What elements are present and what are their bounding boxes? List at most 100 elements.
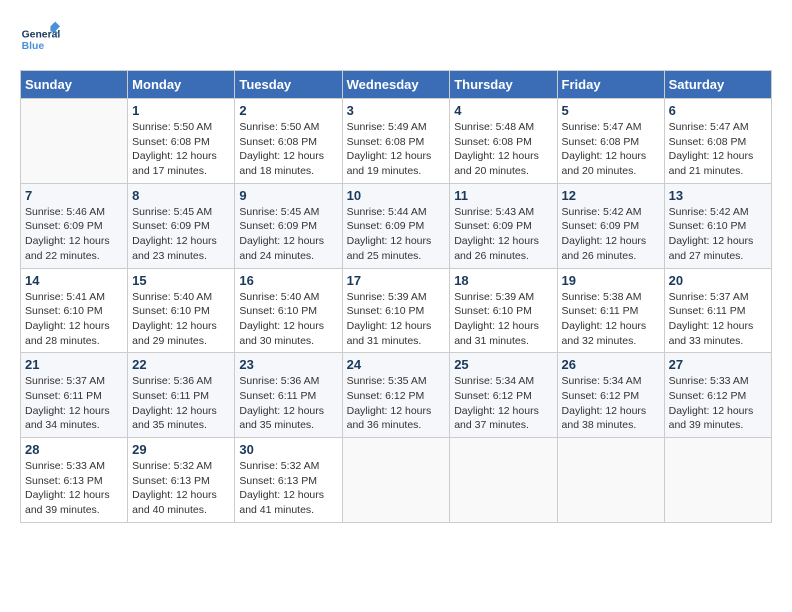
- day-number: 20: [669, 273, 767, 288]
- day-number: 5: [562, 103, 660, 118]
- page-header: General Blue: [20, 20, 772, 60]
- day-info: Sunrise: 5:33 AMSunset: 6:13 PMDaylight:…: [25, 459, 123, 518]
- day-info: Sunrise: 5:42 AMSunset: 6:10 PMDaylight:…: [669, 205, 767, 264]
- calendar-cell: 9 Sunrise: 5:45 AMSunset: 6:09 PMDaylight…: [235, 183, 342, 268]
- calendar-cell: 28Sunrise: 5:33 AMSunset: 6:13 PMDayligh…: [21, 438, 128, 523]
- day-number: 29: [132, 442, 230, 457]
- day-info: Sunrise: 5:36 AMSunset: 6:11 PMDaylight:…: [239, 374, 337, 433]
- day-info: Sunrise: 5:41 AMSunset: 6:10 PMDaylight:…: [25, 290, 123, 349]
- calendar-week-2: 7 Sunrise: 5:46 AMSunset: 6:09 PMDaylight…: [21, 183, 772, 268]
- svg-text:Blue: Blue: [22, 41, 45, 52]
- calendar-cell: 15 Sunrise: 5:40 AMSunset: 6:10 PMDayligh…: [128, 268, 235, 353]
- day-number: 19: [562, 273, 660, 288]
- weekday-header-monday: Monday: [128, 71, 235, 99]
- calendar-week-3: 14 Sunrise: 5:41 AMSunset: 6:10 PMDayligh…: [21, 268, 772, 353]
- day-number: 8: [132, 188, 230, 203]
- day-info: Sunrise: 5:49 AMSunset: 6:08 PMDaylight:…: [347, 120, 446, 179]
- day-info: Sunrise: 5:48 AMSunset: 6:08 PMDaylight:…: [454, 120, 552, 179]
- day-number: 7: [25, 188, 123, 203]
- weekday-header-sunday: Sunday: [21, 71, 128, 99]
- calendar-cell: [21, 99, 128, 184]
- calendar-cell: 26 Sunrise: 5:34 AMSunset: 6:12 PMDayligh…: [557, 353, 664, 438]
- day-info: Sunrise: 5:32 AMSunset: 6:13 PMDaylight:…: [132, 459, 230, 518]
- day-info: Sunrise: 5:36 AMSunset: 6:11 PMDaylight:…: [132, 374, 230, 433]
- day-number: 14: [25, 273, 123, 288]
- calendar-week-4: 21 Sunrise: 5:37 AMSunset: 6:11 PMDayligh…: [21, 353, 772, 438]
- calendar-cell: [557, 438, 664, 523]
- day-number: 10: [347, 188, 446, 203]
- day-number: 13: [669, 188, 767, 203]
- calendar-cell: 13 Sunrise: 5:42 AMSunset: 6:10 PMDayligh…: [664, 183, 771, 268]
- weekday-header-row: SundayMondayTuesdayWednesdayThursdayFrid…: [21, 71, 772, 99]
- calendar-cell: 27 Sunrise: 5:33 AMSunset: 6:12 PMDayligh…: [664, 353, 771, 438]
- day-info: Sunrise: 5:34 AMSunset: 6:12 PMDaylight:…: [562, 374, 660, 433]
- day-number: 4: [454, 103, 552, 118]
- calendar-cell: 12Sunrise: 5:42 AMSunset: 6:09 PMDayligh…: [557, 183, 664, 268]
- calendar-cell: 10 Sunrise: 5:44 AMSunset: 6:09 PMDayligh…: [342, 183, 450, 268]
- day-info: Sunrise: 5:50 AMSunset: 6:08 PMDaylight:…: [239, 120, 337, 179]
- day-number: 11: [454, 188, 552, 203]
- day-info: Sunrise: 5:39 AMSunset: 6:10 PMDaylight:…: [347, 290, 446, 349]
- day-number: 23: [239, 357, 337, 372]
- day-number: 26: [562, 357, 660, 372]
- calendar-cell: 29 Sunrise: 5:32 AMSunset: 6:13 PMDayligh…: [128, 438, 235, 523]
- calendar-cell: [450, 438, 557, 523]
- day-number: 17: [347, 273, 446, 288]
- weekday-header-tuesday: Tuesday: [235, 71, 342, 99]
- calendar-cell: 11 Sunrise: 5:43 AMSunset: 6:09 PMDayligh…: [450, 183, 557, 268]
- day-info: Sunrise: 5:42 AMSunset: 6:09 PMDaylight:…: [562, 205, 660, 264]
- day-number: 6: [669, 103, 767, 118]
- day-info: Sunrise: 5:43 AMSunset: 6:09 PMDaylight:…: [454, 205, 552, 264]
- weekday-header-wednesday: Wednesday: [342, 71, 450, 99]
- calendar-week-1: 1 Sunrise: 5:50 AMSunset: 6:08 PMDaylight…: [21, 99, 772, 184]
- calendar-cell: 16Sunrise: 5:40 AMSunset: 6:10 PMDayligh…: [235, 268, 342, 353]
- day-info: Sunrise: 5:45 AMSunset: 6:09 PMDaylight:…: [239, 205, 337, 264]
- day-number: 25: [454, 357, 552, 372]
- calendar-cell: [664, 438, 771, 523]
- day-info: Sunrise: 5:33 AMSunset: 6:12 PMDaylight:…: [669, 374, 767, 433]
- weekday-header-thursday: Thursday: [450, 71, 557, 99]
- calendar-cell: [342, 438, 450, 523]
- day-info: Sunrise: 5:39 AMSunset: 6:10 PMDaylight:…: [454, 290, 552, 349]
- calendar-cell: 19 Sunrise: 5:38 AMSunset: 6:11 PMDayligh…: [557, 268, 664, 353]
- calendar-cell: 21 Sunrise: 5:37 AMSunset: 6:11 PMDayligh…: [21, 353, 128, 438]
- day-number: 3: [347, 103, 446, 118]
- day-info: Sunrise: 5:32 AMSunset: 6:13 PMDaylight:…: [239, 459, 337, 518]
- day-number: 15: [132, 273, 230, 288]
- calendar-cell: 8Sunrise: 5:45 AMSunset: 6:09 PMDaylight…: [128, 183, 235, 268]
- day-number: 22: [132, 357, 230, 372]
- calendar-cell: 4 Sunrise: 5:48 AMSunset: 6:08 PMDaylight…: [450, 99, 557, 184]
- logo: General Blue: [20, 20, 60, 60]
- weekday-header-saturday: Saturday: [664, 71, 771, 99]
- logo-icon: General Blue: [20, 20, 60, 60]
- calendar-table: SundayMondayTuesdayWednesdayThursdayFrid…: [20, 70, 772, 523]
- calendar-cell: 5 Sunrise: 5:47 AMSunset: 6:08 PMDaylight…: [557, 99, 664, 184]
- calendar-cell: 1 Sunrise: 5:50 AMSunset: 6:08 PMDaylight…: [128, 99, 235, 184]
- day-info: Sunrise: 5:47 AMSunset: 6:08 PMDaylight:…: [669, 120, 767, 179]
- day-info: Sunrise: 5:40 AMSunset: 6:10 PMDaylight:…: [132, 290, 230, 349]
- day-info: Sunrise: 5:44 AMSunset: 6:09 PMDaylight:…: [347, 205, 446, 264]
- day-info: Sunrise: 5:47 AMSunset: 6:08 PMDaylight:…: [562, 120, 660, 179]
- calendar-cell: 17 Sunrise: 5:39 AMSunset: 6:10 PMDayligh…: [342, 268, 450, 353]
- day-number: 1: [132, 103, 230, 118]
- day-info: Sunrise: 5:35 AMSunset: 6:12 PMDaylight:…: [347, 374, 446, 433]
- calendar-cell: 22 Sunrise: 5:36 AMSunset: 6:11 PMDayligh…: [128, 353, 235, 438]
- calendar-cell: 25 Sunrise: 5:34 AMSunset: 6:12 PMDayligh…: [450, 353, 557, 438]
- day-info: Sunrise: 5:38 AMSunset: 6:11 PMDaylight:…: [562, 290, 660, 349]
- calendar-cell: 7 Sunrise: 5:46 AMSunset: 6:09 PMDaylight…: [21, 183, 128, 268]
- day-info: Sunrise: 5:46 AMSunset: 6:09 PMDaylight:…: [25, 205, 123, 264]
- calendar-cell: 20Sunrise: 5:37 AMSunset: 6:11 PMDayligh…: [664, 268, 771, 353]
- calendar-cell: 18 Sunrise: 5:39 AMSunset: 6:10 PMDayligh…: [450, 268, 557, 353]
- day-number: 21: [25, 357, 123, 372]
- day-info: Sunrise: 5:37 AMSunset: 6:11 PMDaylight:…: [25, 374, 123, 433]
- day-number: 27: [669, 357, 767, 372]
- day-info: Sunrise: 5:34 AMSunset: 6:12 PMDaylight:…: [454, 374, 552, 433]
- day-number: 16: [239, 273, 337, 288]
- day-number: 18: [454, 273, 552, 288]
- calendar-cell: 30 Sunrise: 5:32 AMSunset: 6:13 PMDayligh…: [235, 438, 342, 523]
- calendar-week-5: 28Sunrise: 5:33 AMSunset: 6:13 PMDayligh…: [21, 438, 772, 523]
- day-info: Sunrise: 5:50 AMSunset: 6:08 PMDaylight:…: [132, 120, 230, 179]
- day-number: 30: [239, 442, 337, 457]
- day-number: 2: [239, 103, 337, 118]
- day-number: 9: [239, 188, 337, 203]
